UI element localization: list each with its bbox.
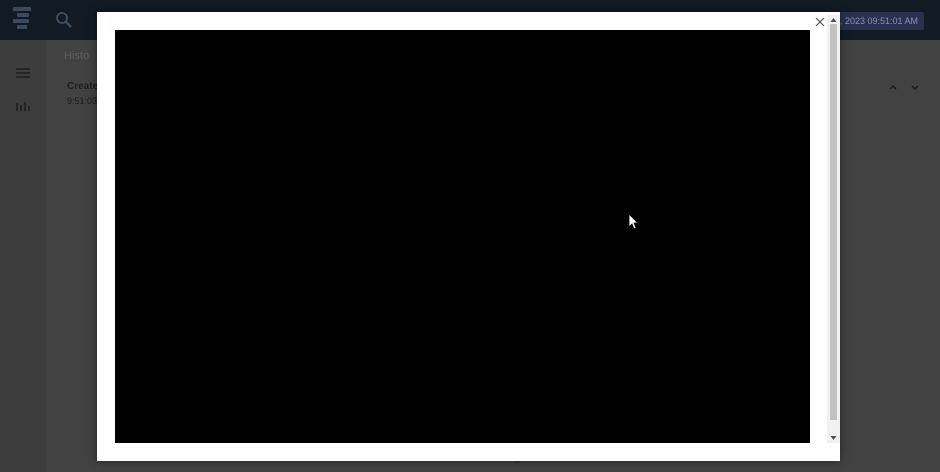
video-modal — [97, 12, 840, 461]
search-button[interactable] — [54, 10, 74, 30]
created-time: 9:51:03 — [67, 96, 98, 106]
prev-button[interactable] — [886, 80, 900, 94]
sidebar — [0, 40, 46, 472]
created-label: Create — [67, 81, 99, 92]
next-button[interactable] — [908, 80, 922, 94]
app-logo[interactable] — [13, 7, 35, 33]
chevron-down-icon — [911, 85, 919, 91]
modal-scrollbar[interactable] — [827, 15, 840, 443]
scroll-down-arrow-icon[interactable] — [829, 433, 838, 442]
mouse-cursor-icon — [629, 214, 639, 230]
app-window: 21, 2023 09:51:01 AM Histo Create 9:51:0… — [0, 0, 940, 472]
video-player[interactable] — [115, 30, 810, 443]
search-icon — [56, 12, 72, 28]
close-icon — [815, 17, 825, 27]
close-button[interactable] — [813, 15, 827, 29]
list-icon — [16, 68, 30, 78]
chevron-up-icon — [889, 84, 897, 90]
bar-chart-icon — [16, 102, 30, 111]
sidebar-item-list[interactable] — [16, 66, 30, 78]
scroll-thumb[interactable] — [830, 24, 837, 420]
sidebar-item-chart[interactable] — [16, 98, 30, 111]
tab-history[interactable]: Histo — [64, 50, 89, 62]
